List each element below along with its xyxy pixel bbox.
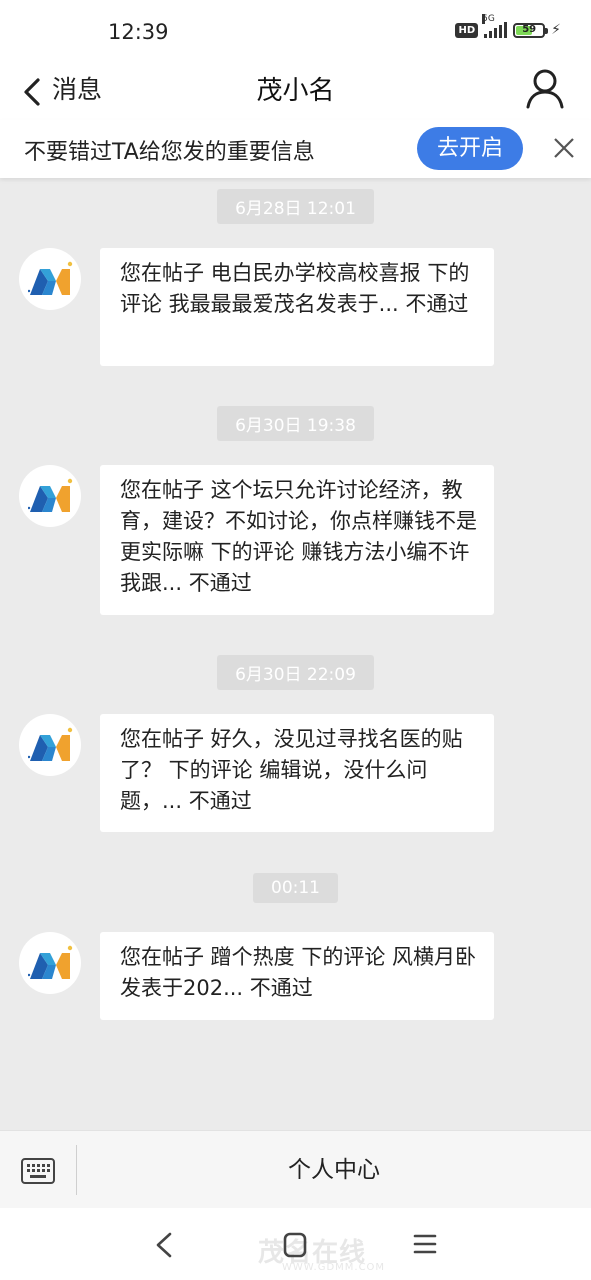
message-bubble[interactable]: 您在帖子 好久，没见过寻找名医的贴了？ 下的评论 编辑说，没什么问题，... 不… <box>100 714 494 832</box>
status-bar: 12:39 HD 5G 59 ⚡ <box>0 0 591 64</box>
timestamp: 6月30日 22:09 <box>0 655 591 690</box>
timestamp: 6月30日 19:38 <box>0 406 591 441</box>
nav-home-icon[interactable] <box>281 1230 309 1260</box>
avatar[interactable] <box>19 465 81 527</box>
personal-center-button[interactable]: 个人中心 <box>77 1131 591 1209</box>
network-type: 5G <box>482 14 495 24</box>
keyboard-icon[interactable] <box>20 1153 56 1187</box>
maoming-logo-icon <box>28 478 73 512</box>
user-icon[interactable] <box>523 66 567 110</box>
nav-menu-icon[interactable] <box>412 1232 438 1256</box>
timestamp: 00:11 <box>0 873 591 903</box>
timestamp: 6月28日 12:01 <box>0 189 591 224</box>
message-bubble[interactable]: 您在帖子 这个坛只允许讨论经济，教育，建设？不如讨论，你点样赚钱不是更实际嘛 下… <box>100 465 494 615</box>
status-icons: HD 5G 59 ⚡ <box>455 14 561 38</box>
avatar[interactable] <box>19 932 81 994</box>
back-label[interactable]: 消息 <box>52 70 102 106</box>
battery-level: 59 <box>522 23 537 35</box>
status-time: 12:39 <box>108 20 169 44</box>
maoming-logo-icon <box>28 727 73 761</box>
message-bubble[interactable]: 您在帖子 蹭个热度 下的评论 风横月卧发表于202... 不通过 <box>100 932 494 1020</box>
close-icon[interactable] <box>550 134 578 162</box>
notification-banner: 不要错过TA给您发的重要信息 去开启 <box>0 120 591 178</box>
charging-icon: ⚡ <box>551 22 561 38</box>
back-arrow-icon[interactable] <box>14 72 54 112</box>
maoming-logo-icon <box>28 945 73 979</box>
signal-icon: 5G <box>482 14 508 38</box>
maoming-logo-icon <box>28 261 73 295</box>
system-nav-bar: 茂名在线 WWW.GDMM.COM <box>0 1208 591 1280</box>
message-bubble[interactable]: 您在帖子 电白民办学校高校喜报 下的评论 我最最最爱茂名发表于... 不通过 <box>100 248 494 366</box>
bottom-bar: 个人中心 <box>0 1130 591 1209</box>
avatar[interactable] <box>19 714 81 776</box>
watermark-url: WWW.GDMM.COM <box>282 1262 386 1273</box>
avatar[interactable] <box>19 248 81 310</box>
enable-notification-button[interactable]: 去开启 <box>417 127 523 170</box>
hd-icon: HD <box>455 22 479 38</box>
nav-back-icon[interactable] <box>152 1230 176 1260</box>
header: 消息 茂小名 <box>0 64 591 120</box>
battery-icon: 59 <box>513 22 549 38</box>
banner-text: 不要错过TA给您发的重要信息 <box>24 140 315 165</box>
